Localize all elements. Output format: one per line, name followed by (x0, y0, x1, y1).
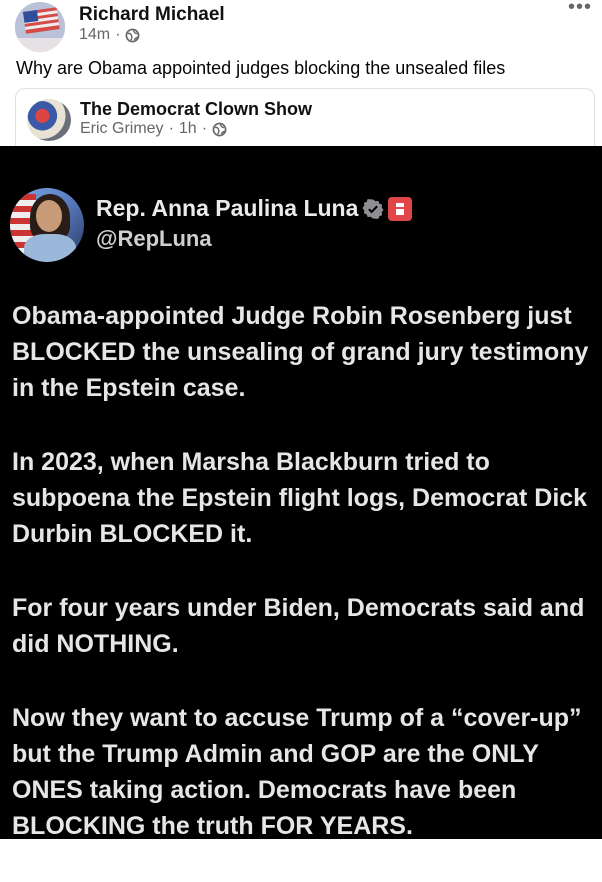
tweet-author-handle: @RepLuna (96, 226, 212, 251)
tweet-paragraph-4: Now they want to accuse Trump of a “cove… (12, 704, 582, 840)
flag-avatar-image (15, 2, 65, 52)
shared-meta: Eric Grimey · 1h · (80, 120, 227, 138)
author-name[interactable]: Richard Michael (79, 4, 225, 26)
post-meta: 14m · (79, 26, 140, 44)
shared-separator-2: · (201, 120, 208, 137)
meta-separator: · (115, 26, 121, 43)
author-avatar[interactable] (15, 2, 65, 52)
shared-time[interactable]: 1h (179, 120, 197, 138)
verified-badge-icon (362, 198, 384, 219)
republican-badge-icon (388, 196, 413, 221)
post-text: Why are Obama appointed judges blocking … (16, 58, 506, 78)
shared-separator-1: · (168, 120, 174, 137)
tweet-author-row: Rep. Anna Paulina Luna (96, 195, 413, 222)
group-name[interactable]: The Democrat Clown Show (80, 99, 312, 120)
tweet-body: Obama-appointed Judge Robin Rosenberg ju… (12, 298, 597, 882)
tweet-paragraph-1: Obama-appointed Judge Robin Rosenberg ju… (12, 302, 589, 402)
globe-icon (212, 122, 227, 136)
tweet-screenshot[interactable]: Rep. Anna Paulina Luna @RepLuna Obama-ap… (0, 146, 602, 840)
post-time[interactable]: 14m (79, 26, 110, 44)
tweet-author-avatar (10, 188, 84, 262)
tweet-paragraph-2: In 2023, when Marsha Blackburn tried to … (12, 448, 588, 548)
more-options-button[interactable]: ••• (568, 0, 592, 17)
post-header: Richard Michael 14m · ••• (0, 0, 602, 60)
tweet-paragraph-3: For four years under Biden, Democrats sa… (12, 594, 585, 658)
tweet-author-name: Rep. Anna Paulina Luna (96, 195, 359, 221)
shared-poster[interactable]: Eric Grimey (80, 120, 164, 138)
group-avatar[interactable] (27, 99, 71, 141)
shared-post-card[interactable]: The Democrat Clown Show Eric Grimey · 1h… (15, 88, 595, 149)
globe-icon (126, 28, 140, 42)
